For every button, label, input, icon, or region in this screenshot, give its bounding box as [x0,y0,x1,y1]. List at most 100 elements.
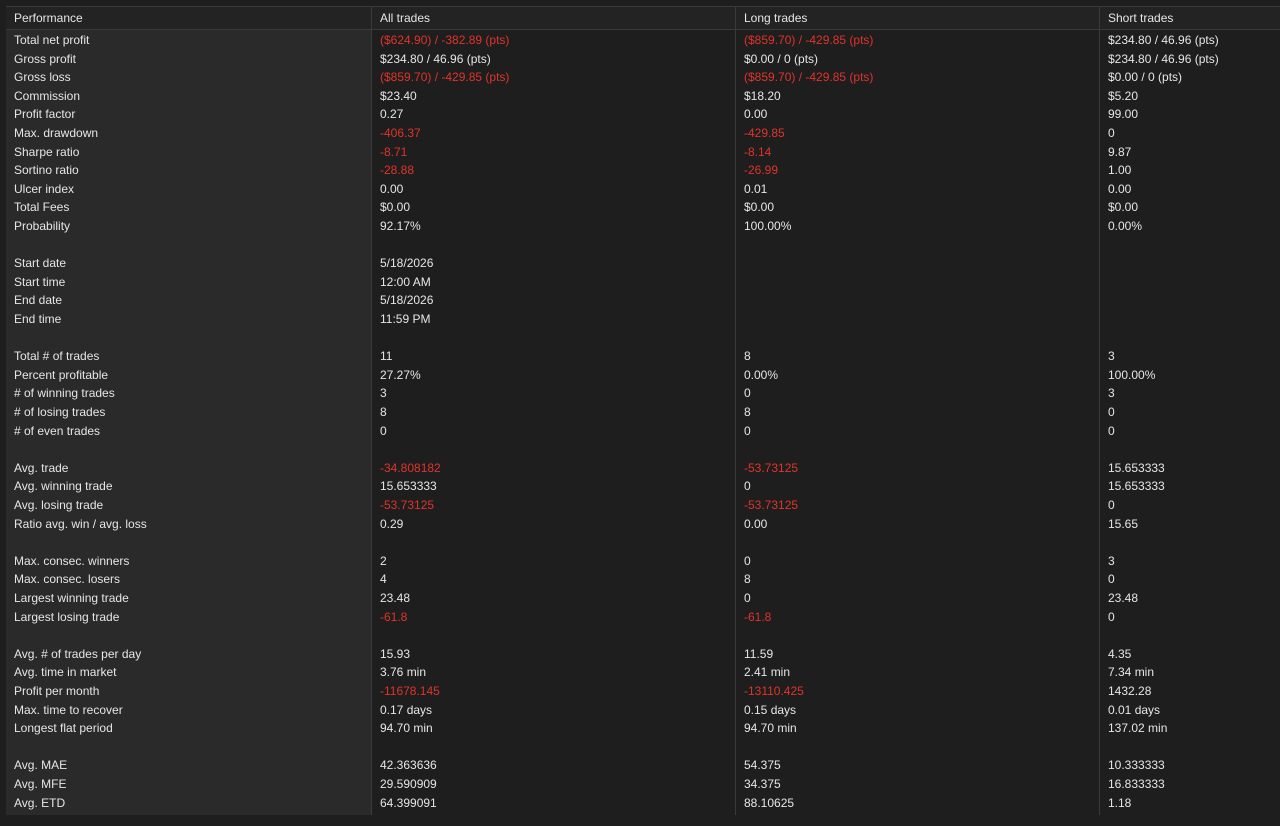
cell-all-trades: 15.653333 [380,479,437,494]
cell-all-trades: 0.27 [380,107,404,122]
cell-long-trades [736,626,1100,645]
cell-short-trades: 100.00% [1108,367,1156,382]
row-label: Avg. MAE [14,758,68,773]
row-label: Largest losing trade [14,609,120,624]
table-row: Profit per month -11678.145 -13110.425 1432… [6,682,1280,701]
cell-short-trades: 99.00 [1108,107,1139,122]
cell-all-trades: 42.363636 [380,758,437,773]
row-label: # of even trades [14,423,101,438]
cell-all-trades: -53.73125 [380,498,435,512]
cell-long-trades [736,533,1100,552]
row-label [6,329,372,348]
row-label: Total net profit [14,33,90,47]
cell-short-trades [1100,310,1280,329]
table-row: Ulcer index 0.00 0.01 0.00 [6,180,1280,199]
cell-long-trades: -26.99 [744,163,779,178]
cell-short-trades: $0.00 / 0 (pts) [1108,70,1183,85]
cell-all-trades: 0 [380,423,387,438]
cell-short-trades: 0.00% [1108,219,1143,233]
table-row: Gross loss ($859.70) / -429.85 (pts) ($859… [6,68,1280,87]
cell-all-trades: 92.17% [380,219,421,233]
row-label: Largest winning trade [14,591,129,605]
cell-all-trades: -8.71 [380,144,408,159]
cell-long-trades: $0.00 [744,200,775,215]
cell-long-trades: -13110.425 [744,684,804,698]
table-row: Avg. MFE 29.590909 34.375 16.833333 [6,775,1280,794]
cell-long-trades: 8 [744,405,751,419]
header-performance[interactable]: Performance [6,7,372,29]
cell-long-trades: 54.375 [744,758,781,773]
cell-all-trades: 12:00 AM [380,274,431,289]
table-row: Total Fees $0.00 $0.00 $0.00 [6,198,1280,217]
row-label: Commission [14,88,81,103]
row-label [6,533,372,552]
row-label [6,626,372,645]
row-label [6,440,372,459]
row-label: Total Fees [14,200,70,215]
cell-all-trades: ($859.70) / -429.85 (pts) [380,70,510,85]
table-row: Percent profitable 27.27% 0.00% 100.00% [6,366,1280,385]
row-label: Sharpe ratio [14,144,80,159]
cell-short-trades: 15.653333 [1108,460,1165,475]
row-label: Ratio avg. win / avg. loss [14,516,147,531]
row-label: Gross profit [14,51,77,66]
table-row: Start date 5/18/2026 [6,254,1280,273]
cell-long-trades: -429.85 [744,126,785,140]
cell-short-trades: 3 [1108,386,1115,401]
header-short-trades[interactable]: Short trades [1100,7,1280,29]
table-row: # of losing trades 8 8 0 [6,403,1280,422]
cell-all-trades: 0.00 [380,181,404,196]
table-row: Largest winning trade 23.48 0 23.48 [6,589,1280,608]
cell-long-trades: 0 [744,423,751,438]
table-row: Avg. MAE 42.363636 54.375 10.333333 [6,756,1280,775]
cell-short-trades [1100,329,1280,348]
cell-all-trades: 64.399091 [380,795,437,810]
table-row: Commission $23.40 $18.20 $5.20 [6,87,1280,106]
table-row: Avg. time in market 3.76 min 2.41 min 7.34 … [6,663,1280,682]
table-row: Probability 92.17% 100.00% 0.00% [6,217,1280,236]
cell-short-trades: 9.87 [1108,144,1132,159]
cell-short-trades: 1.18 [1108,795,1132,810]
row-label: # of losing trades [14,405,106,419]
cell-short-trades [1100,440,1280,459]
cell-all-trades [372,329,736,348]
cell-long-trades: -53.73125 [744,498,799,512]
cell-all-trades: $23.40 [380,88,417,103]
table-row: Max. consec. winners 2 0 3 [6,552,1280,571]
table-row: # of winning trades 3 0 3 [6,384,1280,403]
cell-long-trades: 8 [744,349,751,364]
grid-body: Total net profit ($624.90) / -382.89 (pts… [6,30,1280,815]
row-label: Start time [14,274,66,289]
cell-all-trades [372,738,736,757]
table-row: Avg. losing trade -53.73125 -53.73125 0 [6,496,1280,515]
table-row: Gross profit $234.80 / 46.96 (pts) $0.00 /… [6,50,1280,69]
row-label: Sortino ratio [14,163,79,178]
cell-all-trades: -61.8 [380,609,408,624]
row-label: Ulcer index [14,181,75,196]
table-row: # of even trades 0 0 0 [6,422,1280,441]
cell-short-trades: 0 [1108,423,1115,438]
header-all-trades[interactable]: All trades [372,7,736,29]
spacer-row [6,533,1280,552]
cell-long-trades: 0.15 days [744,702,797,717]
cell-long-trades: 11.59 [744,646,774,661]
cell-long-trades: 0 [744,386,751,401]
table-row: Avg. winning trade 15.653333 0 15.653333 [6,477,1280,496]
row-label: Gross loss [14,70,71,85]
row-label: End time [14,312,62,326]
cell-long-trades [736,291,1100,310]
cell-short-trades: 0.00 [1108,181,1132,196]
cell-short-trades: 0 [1108,126,1115,140]
table-row: Sharpe ratio -8.71 -8.14 9.87 [6,143,1280,162]
cell-short-trades: $234.80 / 46.96 (pts) [1108,33,1219,47]
header-long-trades[interactable]: Long trades [736,7,1100,29]
cell-long-trades: $18.20 [744,88,781,103]
row-label: Total # of trades [14,349,100,364]
row-label: Avg. # of trades per day [14,646,142,661]
cell-long-trades: 0.01 [744,181,768,196]
row-label: Avg. winning trade [14,479,113,494]
cell-short-trades [1100,254,1280,273]
table-row: Start time 12:00 AM [6,273,1280,292]
spacer-row [6,236,1280,255]
cell-all-trades: -34.808182 [380,460,441,475]
